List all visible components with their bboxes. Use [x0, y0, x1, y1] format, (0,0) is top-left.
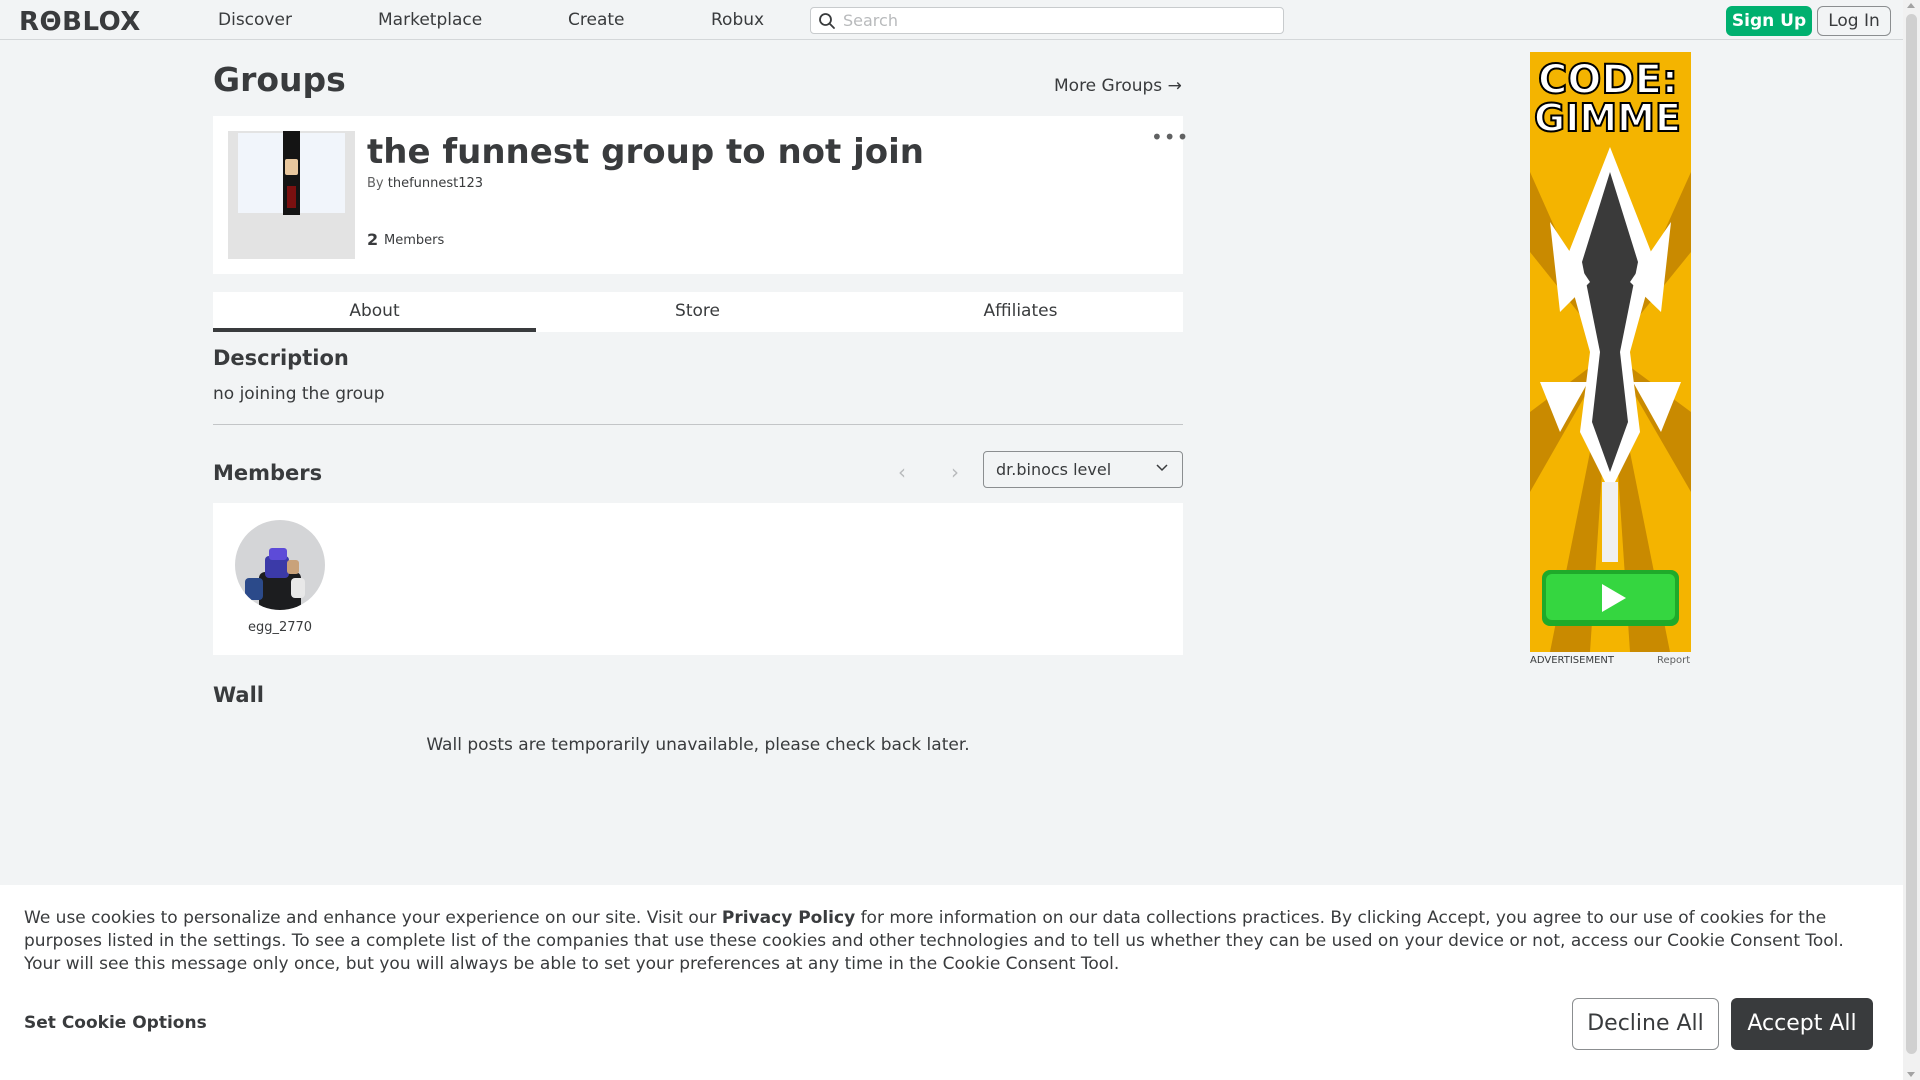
- scroll-down-icon[interactable]: [1907, 1072, 1915, 1077]
- nav-marketplace[interactable]: Marketplace: [378, 10, 482, 30]
- by-label: By: [367, 176, 384, 191]
- search-box: [810, 7, 1284, 34]
- cookie-consent-banner: We use cookies to personalize and enhanc…: [0, 885, 1903, 1080]
- report-ad-link[interactable]: Report: [1657, 655, 1690, 666]
- previous-page-icon[interactable]: ‹: [898, 460, 906, 484]
- set-cookie-options-link[interactable]: Set Cookie Options: [24, 1013, 207, 1033]
- role-dropdown[interactable]: dr.binocs level: [983, 451, 1183, 488]
- ad-headline-line2: GIMME: [1533, 96, 1682, 140]
- group-tabs: About Store Affiliates: [213, 292, 1183, 332]
- search-input[interactable]: [843, 10, 1273, 31]
- section-divider: [213, 424, 1183, 425]
- group-owner: By thefunnest123: [367, 176, 483, 191]
- avatar: [235, 520, 325, 610]
- search-icon: [819, 13, 835, 29]
- advertisement-label: ADVERTISEMENT: [1530, 655, 1615, 666]
- tab-about[interactable]: About: [213, 292, 536, 332]
- scrollbar-thumb[interactable]: [1906, 14, 1917, 1054]
- roblox-logo[interactable]: RΘBLOX: [19, 7, 141, 37]
- top-navigation-bar: RΘBLOX Discover Marketplace Create Robux…: [0, 0, 1903, 40]
- member-count: 2: [367, 230, 379, 249]
- cookie-text-part1: We use cookies to personalize and enhanc…: [24, 908, 722, 928]
- privacy-policy-link[interactable]: Privacy Policy: [722, 908, 855, 928]
- page-scrollbar[interactable]: [1903, 0, 1920, 1080]
- tab-store[interactable]: Store: [536, 292, 859, 332]
- scroll-up-icon[interactable]: [1907, 3, 1915, 8]
- wall-message: Wall posts are temporarily unavailable, …: [426, 735, 970, 755]
- group-emblem-image: [228, 131, 355, 259]
- chevron-down-icon: [1156, 464, 1168, 472]
- group-header-card: the funnest group to not join By thefunn…: [213, 116, 1188, 274]
- accept-all-button[interactable]: Accept All: [1731, 998, 1873, 1050]
- member-count-label: Members: [384, 233, 445, 248]
- role-dropdown-value: dr.binocs level: [996, 460, 1112, 479]
- sign-up-button[interactable]: Sign Up: [1726, 6, 1812, 36]
- nav-create[interactable]: Create: [568, 10, 625, 30]
- description-heading: Description: [213, 346, 349, 370]
- group-name: the funnest group to not join: [367, 132, 924, 172]
- more-groups-link[interactable]: More Groups →: [1054, 76, 1182, 96]
- member-card[interactable]: egg_2770: [233, 520, 327, 635]
- page-title: Groups: [213, 60, 346, 99]
- wall-heading: Wall: [213, 683, 264, 707]
- cookie-consent-text: We use cookies to personalize and enhanc…: [24, 907, 1884, 976]
- next-page-icon[interactable]: ›: [951, 460, 959, 484]
- description-text: no joining the group: [213, 384, 385, 404]
- advertisement-banner[interactable]: CODE: GIMME: [1530, 52, 1691, 652]
- nav-robux[interactable]: Robux: [711, 10, 764, 30]
- log-in-button[interactable]: Log In: [1817, 6, 1891, 36]
- member-name[interactable]: egg_2770: [233, 620, 327, 635]
- owner-link[interactable]: thefunnest123: [388, 176, 483, 191]
- ad-headline-line1: CODE:: [1537, 57, 1679, 103]
- tab-affiliates[interactable]: Affiliates: [859, 292, 1182, 332]
- more-options-icon[interactable]: •••: [1151, 127, 1189, 147]
- members-heading: Members: [213, 461, 323, 485]
- members-list: egg_2770: [213, 503, 1183, 655]
- nav-discover[interactable]: Discover: [218, 10, 292, 30]
- decline-all-button[interactable]: Decline All: [1572, 998, 1719, 1050]
